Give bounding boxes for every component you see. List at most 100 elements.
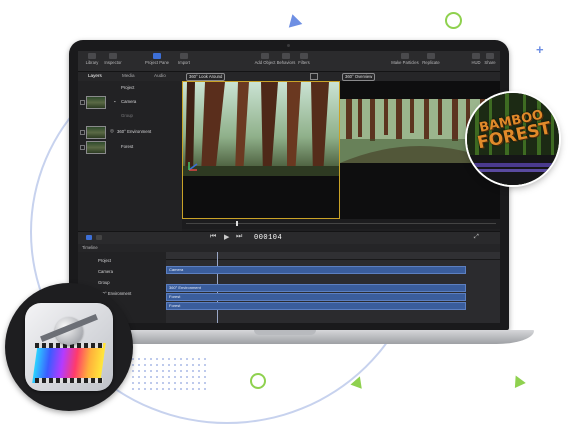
timeline-row-group[interactable]: Group bbox=[98, 280, 110, 285]
library-label: Library bbox=[85, 60, 99, 65]
look-around-dropdown[interactable]: 360° Look Around bbox=[186, 73, 226, 81]
layer-checkbox-360[interactable] bbox=[80, 130, 85, 135]
canvas-look-around[interactable] bbox=[182, 81, 340, 219]
globe-icon: ◎ bbox=[110, 128, 114, 133]
decorative-plus-sign: + bbox=[536, 42, 544, 57]
behaviors-icon bbox=[282, 53, 290, 59]
behaviors-button[interactable]: Behaviors bbox=[276, 53, 296, 65]
right-viewer-header: 360° Overview bbox=[340, 72, 500, 81]
layers-tabs: Layers Media Audio bbox=[78, 72, 182, 81]
timeline-tracks[interactable]: Camera 360° Environment Forest Forest bbox=[166, 252, 500, 323]
add-object-button[interactable]: Add Object bbox=[254, 53, 276, 65]
decorative-green-ring-top bbox=[445, 12, 462, 29]
layer-thumbnail-360 bbox=[86, 126, 106, 139]
clip-forest-2[interactable]: Forest bbox=[166, 302, 466, 310]
hud-button[interactable]: HUD bbox=[470, 53, 482, 65]
project-pane-button[interactable]: Project Pane bbox=[142, 53, 172, 65]
layer-row-360-environment[interactable]: ◎ 360° Environment bbox=[80, 126, 178, 140]
overview-dropdown[interactable]: 360° Overview bbox=[342, 73, 376, 81]
replicate-label: Replicate bbox=[422, 60, 440, 65]
timecode-display[interactable]: 000104 bbox=[254, 234, 282, 242]
tab-media[interactable]: Media bbox=[122, 73, 135, 78]
filters-button[interactable]: Filters bbox=[296, 53, 312, 65]
clip-forest-1[interactable]: Forest bbox=[166, 293, 466, 301]
motion-app-icon bbox=[25, 303, 113, 391]
motion-app-window: Library Inspector Project Pane Import Ad… bbox=[78, 51, 500, 323]
decorative-triangle-green-small bbox=[350, 374, 366, 389]
layer-thumbnail-camera bbox=[86, 96, 106, 109]
decorative-triangle-blue bbox=[285, 12, 303, 28]
timeline-title: Timeline bbox=[82, 245, 98, 250]
record-toggle-icon[interactable] bbox=[86, 235, 92, 240]
left-viewer-header: 360° Look Around bbox=[182, 72, 340, 81]
decorative-green-ring-bottom bbox=[250, 373, 266, 389]
layer-label-group: Group bbox=[121, 113, 133, 118]
add-object-icon bbox=[261, 53, 269, 59]
layer-checkbox-forest[interactable] bbox=[80, 145, 85, 150]
layer-row-group[interactable]: Group bbox=[80, 111, 178, 125]
decorative-dots-grid bbox=[130, 356, 208, 392]
share-icon bbox=[486, 53, 494, 59]
canvas-playbar bbox=[182, 219, 500, 229]
timeline-row-project[interactable]: Project bbox=[98, 258, 111, 263]
inspector-label: Inspector bbox=[104, 60, 122, 65]
playbar-playhead[interactable] bbox=[236, 221, 238, 226]
project-pane-label: Project Pane bbox=[145, 60, 169, 65]
library-button[interactable]: Library bbox=[82, 53, 102, 65]
replicate-button[interactable]: Replicate bbox=[420, 53, 442, 65]
playbar-track[interactable] bbox=[186, 223, 496, 224]
clip-360-environment[interactable]: 360° Environment bbox=[166, 284, 466, 292]
laptop-base-notch bbox=[254, 330, 316, 335]
audio-toggle-icon[interactable] bbox=[96, 235, 102, 240]
layers-list: Project ▪ Camera Group ◎ 360° Environmen… bbox=[78, 81, 182, 231]
decorative-triangle-green-right bbox=[510, 372, 526, 389]
filters-icon bbox=[300, 53, 308, 59]
rewind-icon[interactable]: ⏮ bbox=[210, 233, 216, 241]
motion-app-icon-circle bbox=[5, 283, 133, 411]
timeline-row-camera[interactable]: Camera bbox=[98, 269, 113, 274]
make-particles-icon bbox=[401, 53, 409, 59]
main-toolbar: Library Inspector Project Pane Import Ad… bbox=[78, 51, 500, 72]
film-sprockets-bottom-icon bbox=[35, 378, 103, 383]
timeline-header: Timeline bbox=[78, 244, 500, 252]
inspector-button[interactable]: Inspector bbox=[102, 53, 124, 65]
hud-label: HUD bbox=[471, 60, 481, 65]
bamboo-forest-badge: BAMBOO FOREST bbox=[467, 93, 559, 185]
behaviors-label: Behaviors bbox=[276, 60, 296, 65]
import-label: Import bbox=[178, 60, 190, 65]
layer-thumbnail-forest bbox=[86, 141, 106, 154]
inspector-icon bbox=[109, 53, 117, 59]
add-object-label: Add Object bbox=[254, 60, 276, 65]
layer-label-360-environment: 360° Environment bbox=[117, 129, 152, 134]
layer-row-forest[interactable]: Forest bbox=[80, 141, 178, 155]
layer-row-camera[interactable]: ▪ Camera bbox=[80, 96, 178, 110]
laptop-frame: Library Inspector Project Pane Import Ad… bbox=[69, 40, 509, 330]
import-button[interactable]: Import bbox=[176, 53, 192, 65]
replicate-icon bbox=[427, 53, 435, 59]
make-particles-button[interactable]: Make Particles bbox=[390, 53, 420, 65]
filters-label: Filters bbox=[298, 60, 310, 65]
clip-camera[interactable]: Camera bbox=[166, 266, 466, 274]
tab-layers[interactable]: Layers bbox=[88, 73, 102, 78]
expand-icon[interactable]: ⤢ bbox=[474, 234, 479, 241]
import-icon bbox=[180, 53, 188, 59]
share-label: Share bbox=[484, 60, 496, 65]
play-icon[interactable]: ▶ bbox=[224, 233, 229, 241]
film-strip-rainbow-icon bbox=[32, 343, 106, 383]
camera-icon: ▪ bbox=[114, 99, 116, 104]
forest-look-around-image bbox=[183, 82, 339, 218]
layer-label-project: Project bbox=[121, 85, 135, 90]
laptop-camera bbox=[287, 44, 290, 47]
layer-label-camera: Camera bbox=[121, 99, 137, 104]
share-button[interactable]: Share bbox=[483, 53, 497, 65]
tab-audio[interactable]: Audio bbox=[154, 73, 166, 78]
library-icon bbox=[88, 53, 96, 59]
layer-label-forest: Forest bbox=[121, 144, 134, 149]
layer-row-project[interactable]: Project bbox=[80, 83, 178, 97]
transport-bar: ⏮ ▶ ⏭ 000104 ⤢ bbox=[78, 231, 500, 245]
make-particles-label: Make Particles bbox=[391, 60, 419, 65]
layer-checkbox-camera[interactable] bbox=[80, 100, 85, 105]
hud-icon bbox=[472, 53, 480, 59]
viewer-layout-icon[interactable] bbox=[310, 73, 318, 80]
forward-icon[interactable]: ⏭ bbox=[236, 233, 242, 241]
